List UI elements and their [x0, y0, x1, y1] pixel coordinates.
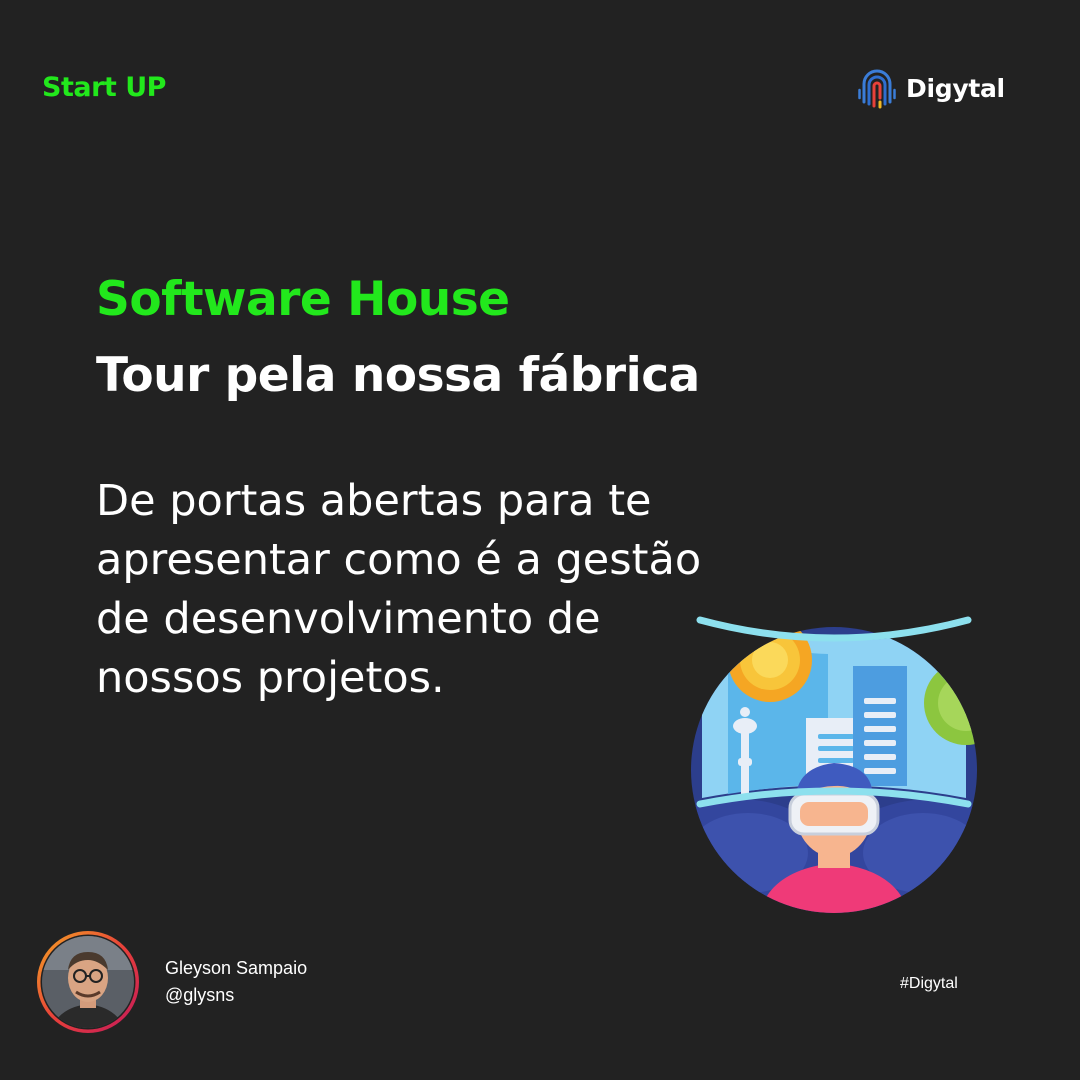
brand-logo: Digytal — [858, 64, 1005, 112]
author-name: Gleyson Sampaio — [165, 958, 308, 978]
headline: Software House — [96, 272, 510, 327]
category-tag: Start UP — [42, 72, 166, 103]
body-line: De portas abertas para te — [96, 476, 652, 526]
fingerprint-icon — [858, 69, 896, 109]
author-handle: @glysns — [165, 985, 235, 1005]
virtual-reality-icon — [691, 616, 977, 913]
hashtag: #Digytal — [900, 975, 958, 992]
brand-name: Digytal — [906, 73, 1005, 103]
avatar — [37, 931, 139, 1033]
post-card: Start UP Digytal Software House Tour pel… — [0, 0, 1080, 1080]
subheadline: Tour pela nossa fábrica — [96, 348, 700, 403]
body-line: apresentar como é a gestão — [96, 535, 702, 585]
